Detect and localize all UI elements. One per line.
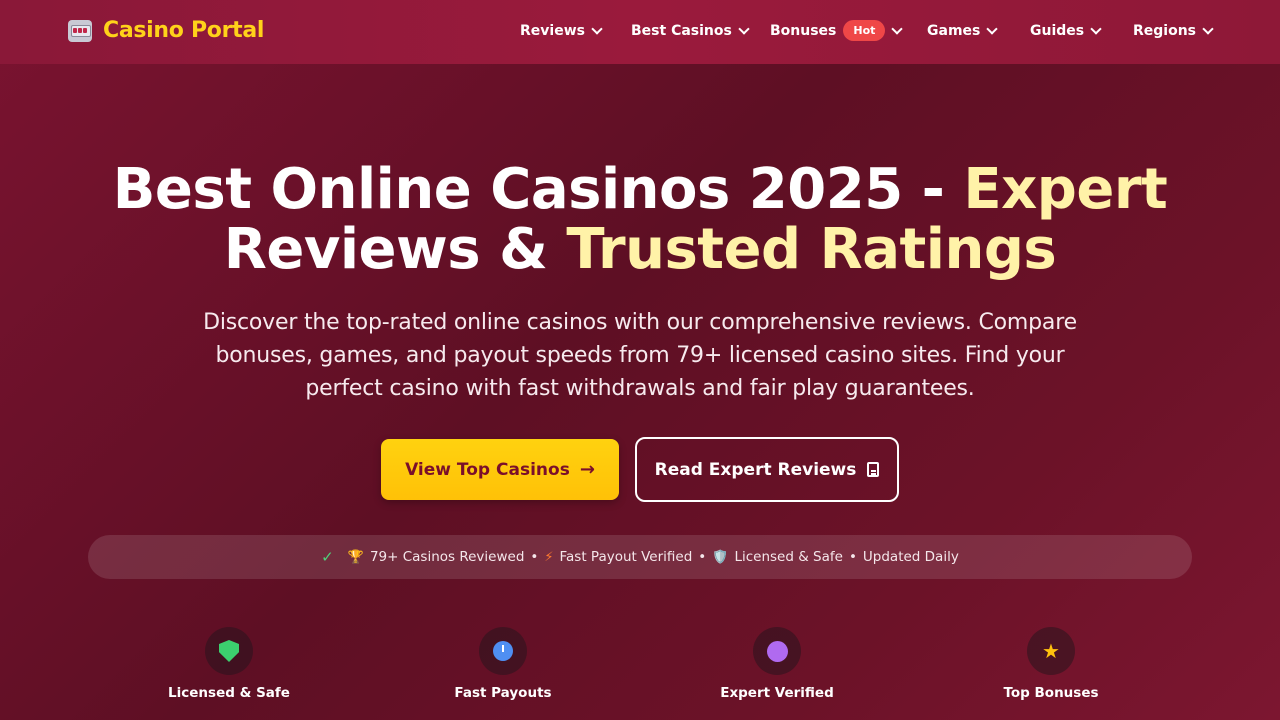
brand-logo-link[interactable]: Casino Portal xyxy=(68,18,264,43)
view-top-casinos-button[interactable]: View Top Casinos → xyxy=(381,439,619,500)
chevron-down-icon xyxy=(591,23,603,35)
nav-item-label: Bonuses xyxy=(770,22,837,39)
feature-top-bonuses: ★ Top Bonuses xyxy=(971,627,1131,701)
clock-icon xyxy=(493,641,513,661)
shield-check-icon xyxy=(219,640,239,662)
hero-title-highlight: Trusted Ratings xyxy=(566,217,1057,280)
feature-icon-circle xyxy=(753,627,801,675)
slot-machine-icon xyxy=(68,19,92,42)
chevron-down-icon xyxy=(1090,23,1102,35)
hero-subtitle: Discover the top-rated online casinos wi… xyxy=(203,310,1077,401)
feature-licensed-safe: Licensed & Safe xyxy=(149,627,309,701)
nav-item-label: Regions xyxy=(1133,23,1197,39)
star-icon: ★ xyxy=(1042,639,1060,663)
chevron-down-icon xyxy=(1202,23,1214,35)
nav-item-games[interactable]: Games xyxy=(927,23,999,39)
feature-icon-circle xyxy=(205,627,253,675)
brand-name: Casino Portal xyxy=(103,18,265,43)
chevron-down-icon xyxy=(738,23,750,35)
verified-badge-icon xyxy=(766,640,788,662)
shield-icon: 🛡️ xyxy=(712,549,729,565)
separator: • xyxy=(698,549,707,565)
nav-item-label: Best Casinos xyxy=(631,23,732,39)
hero-title-highlight: Expert xyxy=(963,160,1168,222)
button-label: Read Expert Reviews xyxy=(654,459,857,480)
nav-item-regions[interactable]: Regions xyxy=(1133,23,1214,39)
feature-label: Top Bonuses xyxy=(1003,685,1099,701)
feature-icon-circle xyxy=(479,627,527,675)
checkmark-icon: ✓ xyxy=(321,548,334,566)
arrow-right-icon: → xyxy=(579,459,595,480)
chevron-down-icon xyxy=(986,23,999,35)
trust-item: 79+ Casinos Reviewed xyxy=(369,549,525,565)
nav-item-label: Guides xyxy=(1030,23,1085,39)
trust-item: Licensed & Safe xyxy=(734,549,843,565)
hero-title-part: Best Online Casinos 2025 - xyxy=(112,160,964,222)
document-icon xyxy=(867,462,880,477)
top-navbar: Casino Portal Reviews Best Casinos Bonus… xyxy=(0,0,1280,64)
separator: • xyxy=(530,549,539,565)
hero-title: Best Online Casinos 2025 - Expert Review… xyxy=(0,160,1280,280)
nav-item-label: Reviews xyxy=(520,23,585,39)
nav-item-label: Games xyxy=(927,23,981,39)
hero-title-part: Reviews & xyxy=(223,217,567,280)
feature-expert-verified: Expert Verified xyxy=(697,627,857,701)
trust-bar: ✓ 🏆 79+ Casinos Reviewed • ⚡ Fast Payout V… xyxy=(88,535,1192,579)
feature-fast-payouts: Fast Payouts xyxy=(423,627,583,701)
feature-label: Expert Verified xyxy=(720,685,834,701)
button-label: View Top Casinos xyxy=(405,459,570,480)
lightning-icon: ⚡ xyxy=(544,549,554,565)
nav-item-guides[interactable]: Guides xyxy=(1030,23,1102,39)
nav-item-best-casinos[interactable]: Best Casinos xyxy=(631,23,750,39)
chevron-down-icon xyxy=(891,22,904,35)
trophy-icon: 🏆 xyxy=(347,549,364,565)
feature-icon-circle: ★ xyxy=(1027,627,1075,675)
read-expert-reviews-button[interactable]: Read Expert Reviews xyxy=(635,437,899,502)
feature-label: Fast Payouts xyxy=(454,685,552,701)
trust-item: Updated Daily xyxy=(862,549,959,565)
feature-label: Licensed & Safe xyxy=(168,685,290,701)
nav-item-bonuses[interactable]: Bonuses Hot xyxy=(770,20,904,41)
nav-item-reviews[interactable]: Reviews xyxy=(520,23,603,39)
hot-badge: Hot xyxy=(843,20,886,41)
separator: • xyxy=(848,549,857,565)
trust-item: Fast Payout Verified xyxy=(559,549,693,565)
